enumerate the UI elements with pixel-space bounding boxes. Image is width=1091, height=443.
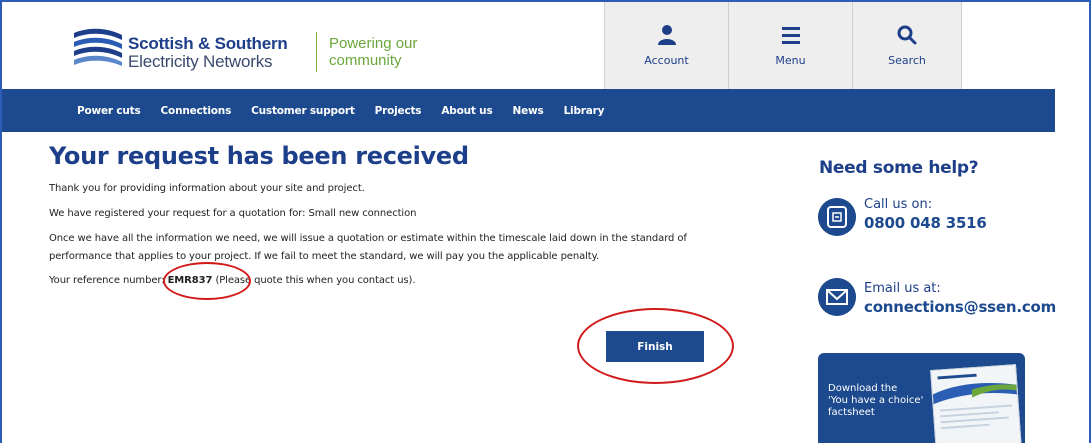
search-button[interactable]: Search — [852, 2, 962, 89]
tagline-line-1: Powering our — [329, 35, 418, 52]
page-title: Your request has been received — [49, 142, 469, 170]
brand-name[interactable]: Scottish & Southern Electricity Networks — [128, 35, 288, 71]
promo-line-2: 'You have a choice' — [828, 395, 924, 406]
help-title: Need some help? — [819, 158, 979, 178]
tagline-line-2: community — [329, 52, 402, 69]
nav-item-news[interactable]: News — [513, 105, 544, 117]
search-label: Search — [888, 54, 926, 67]
tagline: Powering our community — [329, 35, 417, 69]
registered-text: We have registered your request for a qu… — [49, 208, 417, 219]
user-icon — [657, 25, 676, 45]
nav-item-about-us[interactable]: About us — [441, 105, 492, 117]
brand-line-2: Electricity Networks — [128, 52, 273, 71]
menu-label: Menu — [775, 54, 806, 67]
nav-item-library[interactable]: Library — [564, 105, 605, 117]
quotation-text-line-2: performance that applies to your project… — [49, 251, 600, 262]
search-icon — [897, 25, 917, 45]
quotation-text-line-1: Once we have all the information we need… — [49, 233, 687, 244]
nav-item-customer-support[interactable]: Customer support — [251, 105, 355, 117]
nav-item-connections[interactable]: Connections — [161, 105, 232, 117]
promo-line-3: factsheet — [828, 407, 875, 418]
account-label: Account — [644, 54, 689, 67]
menu-icon — [781, 27, 800, 44]
brand-line-1: Scottish & Southern — [128, 34, 288, 53]
reference-prefix: Your reference number: — [49, 275, 165, 286]
factsheet-thumbnail-icon — [930, 364, 1022, 443]
header-buttons: Account Menu Search — [604, 2, 962, 89]
account-button[interactable]: Account — [604, 2, 728, 89]
factsheet-promo[interactable]: Download the 'You have a choice' factshe… — [818, 353, 1025, 443]
email-address[interactable]: connections@ssen.com — [864, 298, 1056, 316]
promo-text: Download the 'You have a choice' factshe… — [828, 383, 923, 419]
promo-line-1: Download the — [828, 383, 898, 394]
brand-divider — [316, 32, 317, 72]
ssen-logo-icon[interactable] — [72, 25, 124, 67]
email-label: Email us at: — [864, 281, 941, 296]
nav-item-projects[interactable]: Projects — [375, 105, 422, 117]
main-nav: Power cuts Connections Customer support … — [2, 89, 1055, 132]
nav-item-power-cuts[interactable]: Power cuts — [77, 105, 141, 117]
phone-number[interactable]: 0800 048 3516 — [864, 214, 987, 232]
call-label: Call us on: — [864, 197, 933, 212]
reference-highlight-circle — [163, 262, 251, 300]
phone-icon — [818, 198, 856, 236]
email-icon — [818, 278, 856, 316]
thank-you-text: Thank you for providing information abou… — [49, 183, 365, 194]
finish-highlight-circle — [577, 308, 734, 384]
menu-button[interactable]: Menu — [728, 2, 852, 89]
